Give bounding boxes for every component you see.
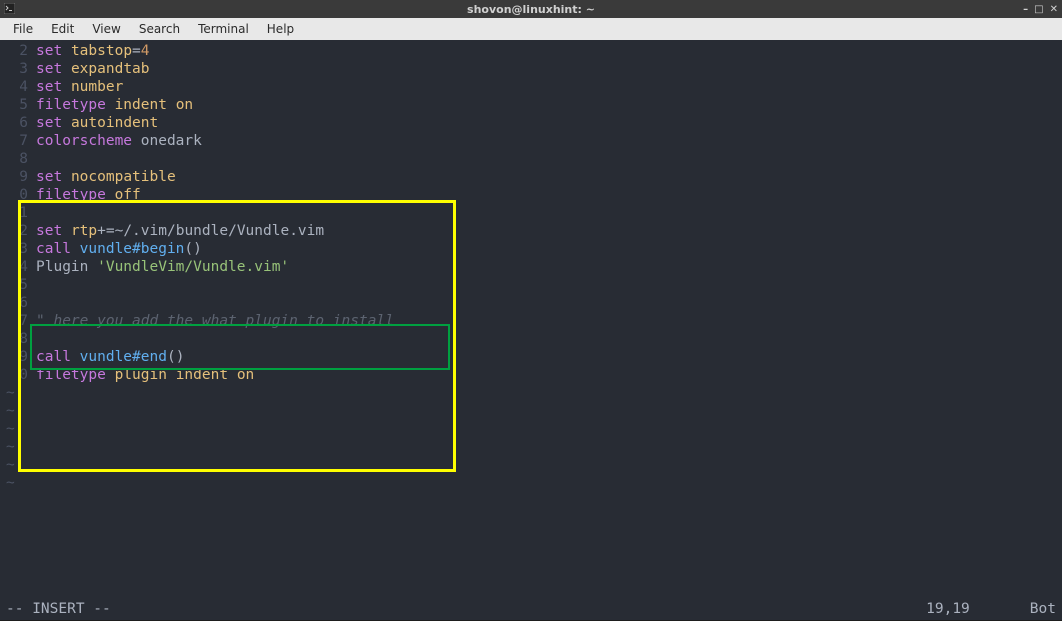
line-number: 6 bbox=[0, 114, 36, 132]
code-content[interactable]: set autoindent bbox=[36, 114, 158, 132]
code-content[interactable]: " here you add the what plugin to instal… bbox=[36, 312, 394, 330]
code-content[interactable]: filetype indent on bbox=[36, 96, 193, 114]
line-number: 4 bbox=[0, 258, 36, 276]
line-number: 2 bbox=[0, 42, 36, 60]
line-number: 7 bbox=[0, 132, 36, 150]
code-content[interactable]: set rtp+=~/.vim/bundle/Vundle.vim bbox=[36, 222, 324, 240]
code-content[interactable]: call vundle#end() bbox=[36, 348, 184, 366]
line-number: 7 bbox=[0, 312, 36, 330]
empty-line-tilde: ~ bbox=[0, 474, 1062, 492]
line-number: 8 bbox=[0, 150, 36, 168]
code-line[interactable]: 2set rtp+=~/.vim/bundle/Vundle.vim bbox=[0, 222, 1062, 240]
status-scroll: Bot bbox=[1030, 601, 1056, 617]
code-line[interactable]: 2set tabstop=4 bbox=[0, 42, 1062, 60]
code-content[interactable]: set expandtab bbox=[36, 60, 150, 78]
line-number: 6 bbox=[0, 294, 36, 312]
code-line[interactable]: 4Plugin 'VundleVim/Vundle.vim' bbox=[0, 258, 1062, 276]
status-cursor-position: 19,19 bbox=[926, 601, 970, 617]
line-number: 2 bbox=[0, 222, 36, 240]
menu-help[interactable]: Help bbox=[258, 19, 303, 39]
code-line[interactable]: 7colorscheme onedark bbox=[0, 132, 1062, 150]
code-line[interactable]: 4set number bbox=[0, 78, 1062, 96]
line-number: 0 bbox=[0, 186, 36, 204]
code-line[interactable]: 3set expandtab bbox=[0, 60, 1062, 78]
line-number: 3 bbox=[0, 240, 36, 258]
code-line[interactable]: 1 bbox=[0, 204, 1062, 222]
empty-line-tilde: ~ bbox=[0, 402, 1062, 420]
code-content[interactable]: Plugin 'VundleVim/Vundle.vim' bbox=[36, 258, 289, 276]
code-content[interactable]: filetype plugin indent on bbox=[36, 366, 254, 384]
code-line[interactable]: 8 bbox=[0, 330, 1062, 348]
empty-line-tilde: ~ bbox=[0, 456, 1062, 474]
code-line[interactable]: 6set autoindent bbox=[0, 114, 1062, 132]
code-line[interactable]: 8 bbox=[0, 150, 1062, 168]
line-number: 9 bbox=[0, 348, 36, 366]
line-number: 5 bbox=[0, 96, 36, 114]
terminal-area[interactable]: 2set tabstop=43set expandtab4set number5… bbox=[0, 40, 1062, 620]
code-content[interactable]: set number bbox=[36, 78, 123, 96]
code-content[interactable]: call vundle#begin() bbox=[36, 240, 202, 258]
code-line[interactable]: 6 bbox=[0, 294, 1062, 312]
code-line[interactable]: 9call vundle#end() bbox=[0, 348, 1062, 366]
minimize-button[interactable]: – bbox=[1023, 4, 1028, 15]
code-content[interactable]: colorscheme onedark bbox=[36, 132, 202, 150]
menu-edit[interactable]: Edit bbox=[42, 19, 83, 39]
code-line[interactable]: 0filetype off bbox=[0, 186, 1062, 204]
menu-view[interactable]: View bbox=[83, 19, 129, 39]
code-line[interactable]: 9set nocompatible bbox=[0, 168, 1062, 186]
code-line[interactable]: 0filetype plugin indent on bbox=[0, 366, 1062, 384]
menu-terminal[interactable]: Terminal bbox=[189, 19, 258, 39]
status-line: -- INSERT -- 19,19 Bot bbox=[0, 600, 1062, 618]
line-number: 8 bbox=[0, 330, 36, 348]
title-bar: shovon@linuxhint: ~ – □ ✕ bbox=[0, 0, 1062, 18]
code-line[interactable]: 3call vundle#begin() bbox=[0, 240, 1062, 258]
empty-line-tilde: ~ bbox=[0, 438, 1062, 456]
status-mode: -- INSERT -- bbox=[6, 601, 111, 617]
empty-line-tilde: ~ bbox=[0, 384, 1062, 402]
menu-bar: FileEditViewSearchTerminalHelp bbox=[0, 18, 1062, 40]
line-number: 1 bbox=[0, 204, 36, 222]
line-number: 3 bbox=[0, 60, 36, 78]
line-number: 0 bbox=[0, 366, 36, 384]
code-content[interactable]: filetype off bbox=[36, 186, 141, 204]
window-controls: – □ ✕ bbox=[1023, 4, 1058, 15]
code-line[interactable]: 7" here you add the what plugin to insta… bbox=[0, 312, 1062, 330]
code-line[interactable]: 5filetype indent on bbox=[0, 96, 1062, 114]
code-line[interactable]: 5 bbox=[0, 276, 1062, 294]
maximize-button[interactable]: □ bbox=[1034, 4, 1043, 15]
code-content[interactable]: set nocompatible bbox=[36, 168, 176, 186]
window-title: shovon@linuxhint: ~ bbox=[467, 3, 595, 16]
menu-search[interactable]: Search bbox=[130, 19, 189, 39]
line-number: 9 bbox=[0, 168, 36, 186]
empty-line-tilde: ~ bbox=[0, 420, 1062, 438]
terminal-icon bbox=[4, 3, 15, 14]
close-button[interactable]: ✕ bbox=[1050, 4, 1058, 15]
editor[interactable]: 2set tabstop=43set expandtab4set number5… bbox=[0, 40, 1062, 492]
menu-file[interactable]: File bbox=[4, 19, 42, 39]
line-number: 5 bbox=[0, 276, 36, 294]
code-content[interactable]: set tabstop=4 bbox=[36, 42, 150, 60]
line-number: 4 bbox=[0, 78, 36, 96]
